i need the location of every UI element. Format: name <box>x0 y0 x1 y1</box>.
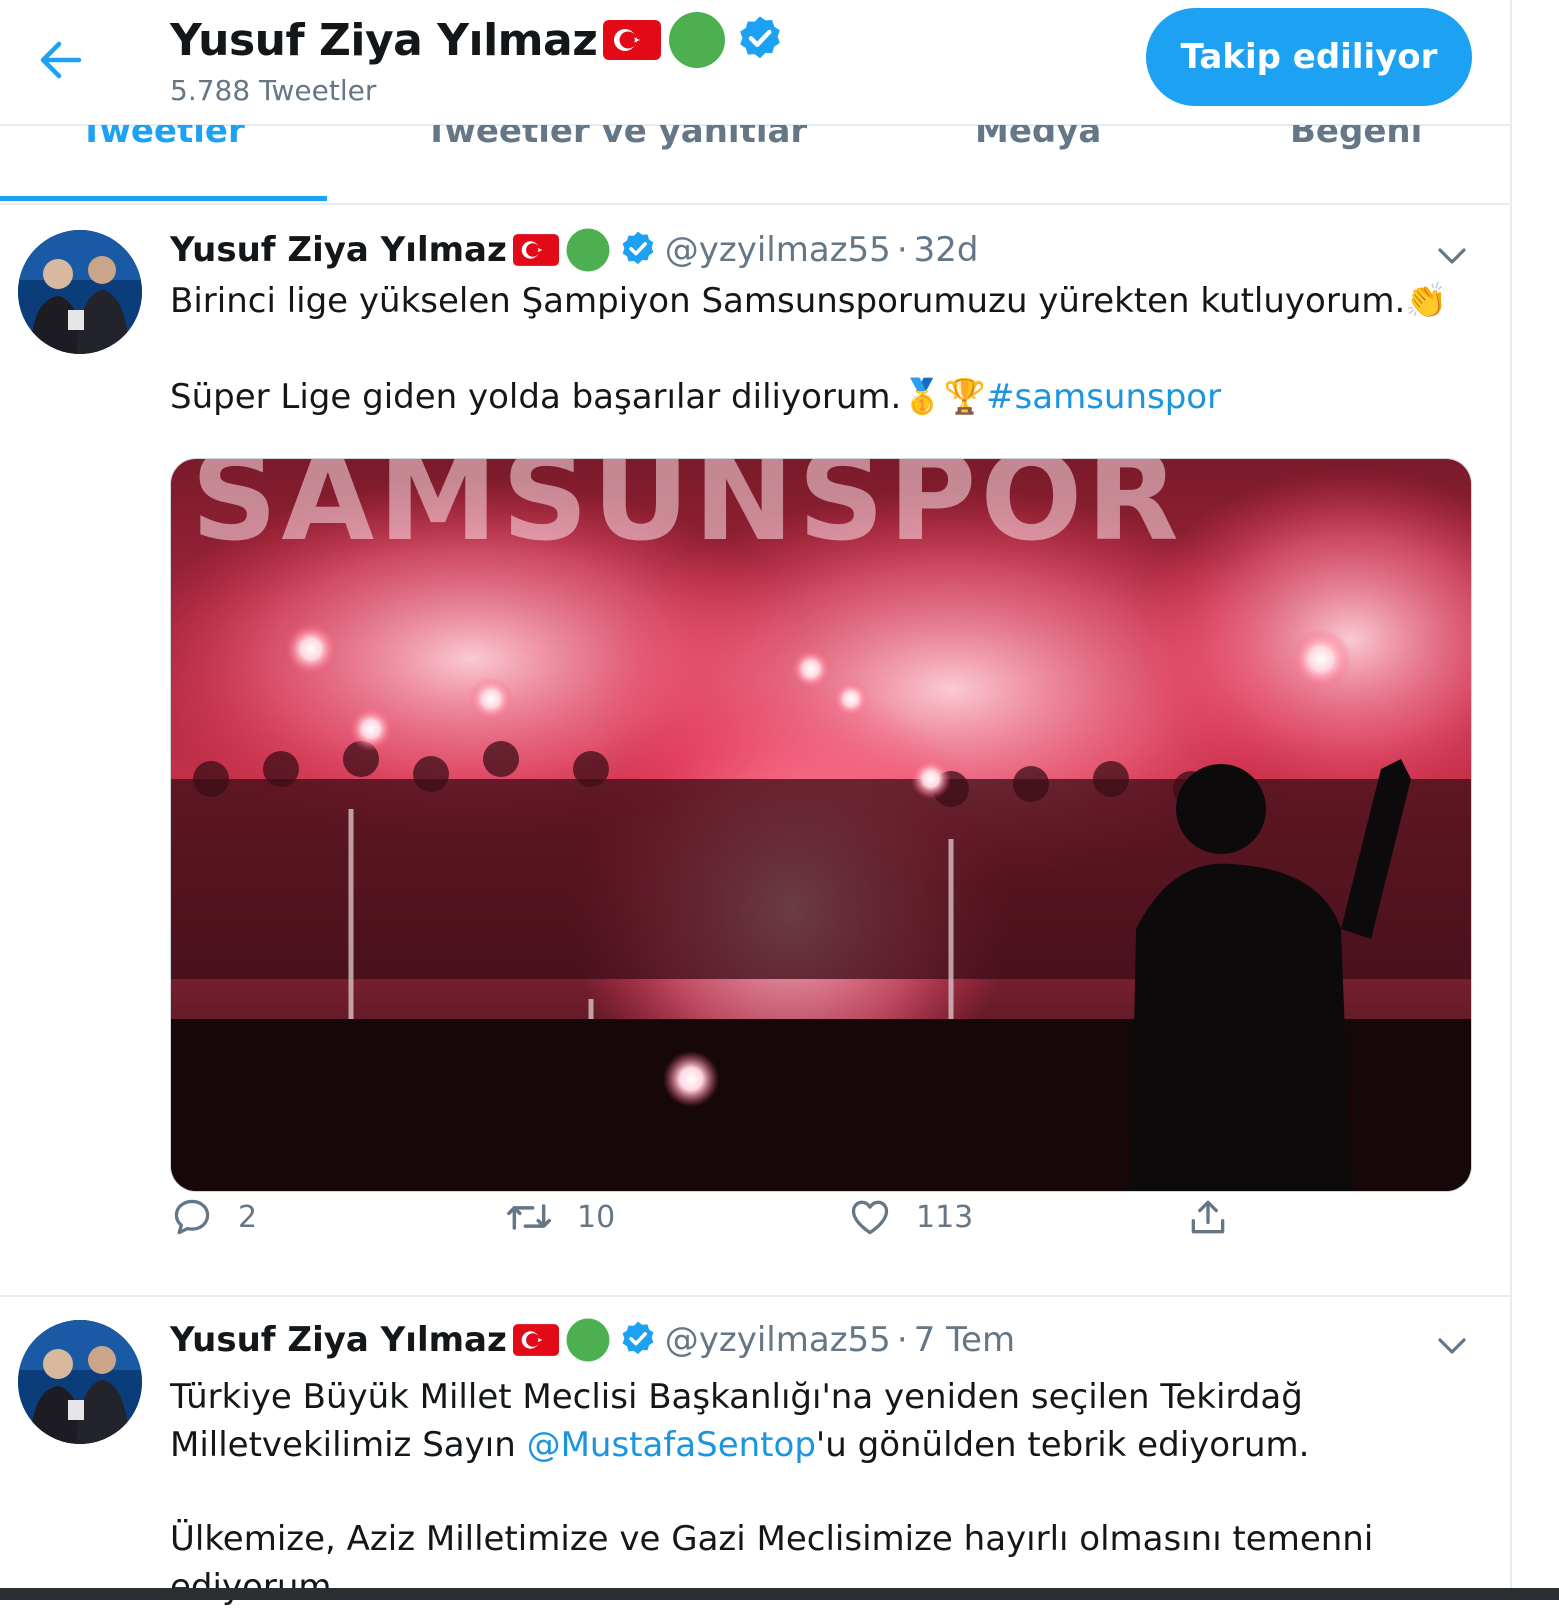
back-button[interactable] <box>30 30 90 90</box>
like-count: 113 <box>916 1199 974 1235</box>
tab-media[interactable]: Medya <box>975 125 1101 151</box>
hashtag-link[interactable]: #samsunspor <box>986 377 1221 417</box>
profile-tabs: Tweetler Tweetler ve yanıtlar Medya Beğe… <box>0 125 1510 205</box>
turkey-flag-icon <box>512 1324 559 1356</box>
medal-trophy-emoji: 🥇🏆 <box>901 377 987 417</box>
avatar[interactable] <box>18 230 142 354</box>
turkey-flag-icon <box>512 234 559 266</box>
tweet-text-line: Süper Lige giden yolda başarılar diliyor… <box>170 372 1221 422</box>
tweet[interactable]: Yusuf Ziya Yılmaz @yzyilmaz55 · 7 Tem Tü… <box>0 1300 1510 1607</box>
chevron-down-icon[interactable] <box>1432 1326 1472 1366</box>
active-tab-indicator <box>0 196 327 201</box>
avatar-photo <box>18 1320 142 1444</box>
share-icon <box>1191 1200 1225 1234</box>
tweet-text-line: Birinci lige yükselen Şampiyon Samsunspo… <box>170 276 1448 326</box>
tweet-timestamp[interactable]: 32d <box>914 230 979 270</box>
green-circle-icon <box>669 12 726 68</box>
reply-icon <box>174 1199 210 1235</box>
tweet-text: Milletvekilimiz Sayın <box>170 1425 527 1465</box>
tweet-text: Birinci lige yükselen Şampiyon Samsunspo… <box>170 281 1406 321</box>
tweet-actions: 2 10 113 <box>170 1195 1310 1255</box>
tab-tweets-and-replies[interactable]: Tweetler ve yanıtlar <box>425 125 807 151</box>
back-arrow-icon <box>40 41 82 79</box>
profile-name-text: Yusuf Ziya Yılmaz <box>170 14 598 66</box>
tweet-text: Türkiye Büyük Millet Meclisi Başkanlığı'… <box>170 1377 1303 1417</box>
profile-timeline: Yusuf Ziya Yılmaz 5.788 Tweetler Takip e… <box>0 0 1512 1607</box>
verified-badge-icon <box>622 231 654 265</box>
mention-link[interactable]: @MustafaSentop <box>527 1425 816 1465</box>
chevron-down-icon[interactable] <box>1432 236 1472 276</box>
media-watermark: SAMSUNSPOR <box>191 459 1183 568</box>
flare-crowd-photo: SAMSUNSPOR <box>171 459 1471 1191</box>
clapping-emoji: 👏 <box>1405 281 1448 321</box>
retweet-count: 10 <box>577 1199 616 1235</box>
tweet-text: Ülkemize, Aziz Milletimize ve Gazi Mecli… <box>170 1519 1374 1559</box>
tweet-text: 'u gönülden tebrik ediyorum. <box>815 1425 1310 1465</box>
like-button[interactable]: 113 <box>848 1195 973 1239</box>
tweet-text: ediyorum. <box>170 1567 343 1607</box>
tab-tweets[interactable]: Tweetler <box>80 125 245 151</box>
tweet-count: 5.788 Tweetler <box>170 74 377 107</box>
bottom-edge-bar <box>0 1588 1559 1600</box>
author-handle[interactable]: @yzyilmaz55 <box>665 230 891 270</box>
tweet-timestamp[interactable]: 7 Tem <box>914 1320 1015 1360</box>
right-margin <box>1512 0 1559 1600</box>
reply-count: 2 <box>238 1199 258 1235</box>
green-circle-icon <box>566 1318 610 1362</box>
green-circle-icon <box>566 228 610 272</box>
tweet-header: Yusuf Ziya Yılmaz @yzyilmaz55 · 7 Tem <box>170 1315 1015 1365</box>
tab-likes[interactable]: Beğeni <box>1290 125 1422 151</box>
tweet-text: Süper Lige giden yolda başarılar diliyor… <box>170 377 902 417</box>
author-handle[interactable]: @yzyilmaz55 <box>665 1320 891 1360</box>
tweet-divider <box>0 1295 1510 1297</box>
avatar[interactable] <box>18 1320 142 1444</box>
retweet-icon <box>507 1204 551 1230</box>
tweet-header: Yusuf Ziya Yılmaz @yzyilmaz55 · 32d <box>170 225 978 275</box>
tweet-media-image[interactable]: SAMSUNSPOR <box>170 458 1472 1192</box>
following-button[interactable]: Takip ediliyor <box>1146 8 1472 106</box>
turkey-flag-icon <box>603 20 662 60</box>
author-name[interactable]: Yusuf Ziya Yılmaz <box>170 230 507 270</box>
retweet-button[interactable]: 10 <box>505 1195 615 1239</box>
reply-button[interactable]: 2 <box>170 1195 257 1239</box>
author-name[interactable]: Yusuf Ziya Yılmaz <box>170 1320 507 1360</box>
avatar-photo <box>18 230 142 354</box>
like-icon <box>851 1200 889 1235</box>
verified-badge-icon <box>740 16 781 59</box>
separator-dot: · <box>896 230 908 270</box>
profile-name: Yusuf Ziya Yılmaz <box>170 10 787 70</box>
separator-dot: · <box>896 1320 908 1360</box>
verified-badge-icon <box>622 1321 654 1355</box>
tweet-text-line: Milletvekilimiz Sayın @MustafaSentop'u g… <box>170 1420 1309 1470</box>
share-button[interactable] <box>1186 1195 1230 1239</box>
